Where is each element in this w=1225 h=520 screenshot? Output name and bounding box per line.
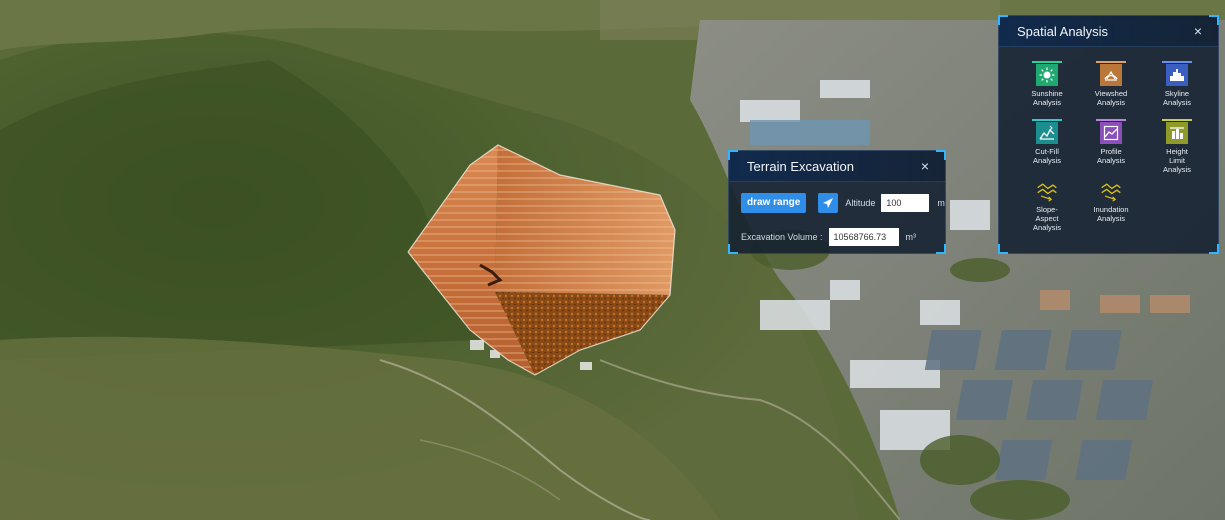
skyline-analysis-button[interactable]: Skyline Analysis <box>1147 61 1207 107</box>
tool-label: Profile Analysis <box>1097 147 1125 165</box>
panel-corner <box>936 150 946 160</box>
profile-analysis-button[interactable]: Profile Analysis <box>1081 119 1141 165</box>
volume-field[interactable]: 10568766.73 <box>828 228 899 246</box>
height-limit-icon <box>1162 119 1192 144</box>
panel-header: Spatial Analysis × <box>999 16 1218 47</box>
volume-row: Excavation Volume : 10568766.73 m³ <box>741 228 916 246</box>
close-button[interactable]: × <box>917 158 933 174</box>
altitude-row: draw range Altitude 100 m <box>741 193 945 213</box>
inundation-analysis-button[interactable]: Inundation Analysis <box>1081 180 1141 223</box>
panel-corner <box>936 244 946 254</box>
slope-aspect-icon <box>1036 180 1058 202</box>
tool-label: Viewshed Analysis <box>1094 89 1128 107</box>
slope-aspect-analysis-button[interactable]: Slope- Aspect Analysis <box>1017 180 1077 232</box>
panel-corner <box>728 150 738 160</box>
cut-fill-analysis-button[interactable]: Cut-Fill Analysis <box>1017 119 1077 165</box>
panel-corner <box>1209 15 1219 25</box>
fly-to-button[interactable] <box>818 193 839 213</box>
panel-title: Terrain Excavation <box>747 158 854 174</box>
altitude-unit: m <box>937 198 945 208</box>
tool-label: Skyline Analysis <box>1163 89 1191 107</box>
plane-icon <box>823 198 834 208</box>
panel-corner <box>998 15 1008 25</box>
sun-icon <box>1032 61 1062 86</box>
profile-icon <box>1096 119 1126 144</box>
tool-label: Height Limit Analysis <box>1163 147 1191 174</box>
draw-range-button[interactable]: draw range <box>741 193 807 213</box>
volume-unit: m³ <box>905 232 917 242</box>
skyline-icon <box>1162 61 1192 86</box>
close-button[interactable]: × <box>1190 23 1206 39</box>
tool-label: Sunshine Analysis <box>1031 89 1063 107</box>
viewshed-icon <box>1096 61 1126 86</box>
panel-header: Terrain Excavation × <box>729 151 945 182</box>
volume-label: Excavation Volume : <box>741 232 823 242</box>
altitude-input[interactable]: 100 <box>881 194 930 212</box>
viewshed-analysis-button[interactable]: Viewshed Analysis <box>1081 61 1141 107</box>
altitude-label: Altitude <box>845 198 876 208</box>
terrain-excavation-panel: Terrain Excavation × draw range Altitude… <box>728 150 946 254</box>
tool-label: Slope- Aspect Analysis <box>1033 205 1061 232</box>
tool-label: Inundation Analysis <box>1093 205 1129 223</box>
panel-corner <box>998 244 1008 254</box>
sunshine-analysis-button[interactable]: Sunshine Analysis <box>1017 61 1077 107</box>
panel-title: Spatial Analysis <box>1017 23 1109 39</box>
panel-corner <box>1209 244 1219 254</box>
panel-corner <box>728 244 738 254</box>
spatial-analysis-panel: Spatial Analysis × Sunshine Analysis View… <box>998 15 1219 254</box>
cut-fill-icon <box>1032 119 1062 144</box>
tool-label: Cut-Fill Analysis <box>1033 147 1061 165</box>
inundation-icon <box>1100 180 1122 202</box>
height-limit-analysis-button[interactable]: Height Limit Analysis <box>1147 119 1207 174</box>
